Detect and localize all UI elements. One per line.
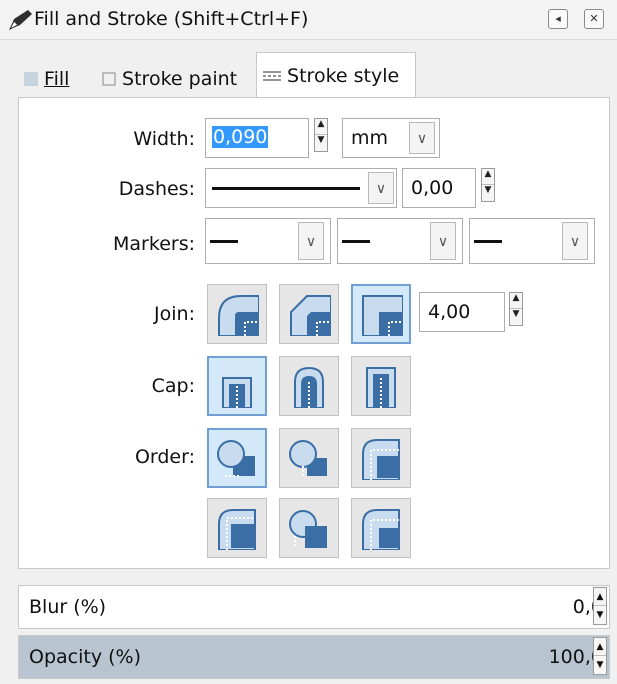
- square-cap-icon: [366, 367, 396, 408]
- chevron-down-icon: ∨: [562, 222, 588, 260]
- butt-cap-icon: [222, 377, 252, 408]
- dashes-dropdown[interactable]: ∨: [205, 168, 397, 208]
- paint-order-icon: [217, 440, 255, 477]
- order-label: Order:: [134, 446, 195, 468]
- dock-button[interactable]: ◂: [548, 9, 568, 29]
- width-spinner[interactable]: ▲ ▼: [314, 118, 328, 152]
- tab-fill-label: Fill: [44, 68, 70, 90]
- tab-stroke-style[interactable]: Stroke style: [256, 52, 416, 99]
- miter-join-icon: [362, 295, 403, 336]
- butt-cap-button[interactable]: [207, 356, 267, 416]
- tab-stroke-paint-label: Stroke paint: [122, 68, 238, 90]
- start-marker-dropdown[interactable]: ∨: [205, 218, 331, 264]
- dashes-label: Dashes:: [118, 178, 195, 200]
- square-cap-button[interactable]: [351, 356, 411, 416]
- width-value: 0,090: [212, 126, 269, 148]
- chevron-down-icon: ∨: [409, 122, 435, 154]
- join-label: Join:: [154, 303, 195, 325]
- mid-marker-dropdown[interactable]: ∨: [337, 218, 463, 264]
- stroke-style-panel: Width: 0,090 ▲ ▼ mm ∨ Dashes: ∨ 0,00 ▲ ▼ M…: [18, 97, 610, 569]
- paint-order-icon: [362, 509, 400, 550]
- marker-line-preview: [342, 240, 370, 243]
- paint-brush-icon: [8, 10, 32, 31]
- tab-fill[interactable]: Fill: [18, 60, 96, 98]
- tab-stroke-style-label: Stroke style: [287, 65, 400, 87]
- fill-swatch-icon: [24, 72, 38, 86]
- blur-label: Blur (%): [29, 596, 107, 618]
- order-fill-stroke-markers-button[interactable]: [207, 428, 267, 488]
- paint-order-icon: [218, 509, 256, 550]
- cap-label: Cap:: [151, 375, 195, 397]
- paint-order-icon: [362, 439, 400, 480]
- miter-limit-input[interactable]: 4,00: [419, 292, 505, 332]
- width-input[interactable]: 0,090: [205, 118, 309, 158]
- dash-offset-value: 0,00: [411, 177, 454, 199]
- round-join-button[interactable]: [207, 284, 267, 344]
- chevron-down-icon: ∨: [430, 222, 456, 260]
- opacity-spinner[interactable]: ▲ ▼: [593, 637, 607, 675]
- opacity-label: Opacity (%): [29, 646, 141, 668]
- bevel-join-icon: [290, 295, 331, 336]
- order-markers-stroke-fill-button[interactable]: [351, 498, 411, 558]
- order-markers-fill-stroke-button[interactable]: [207, 498, 267, 558]
- markers-label: Markers:: [113, 233, 195, 255]
- opacity-slider[interactable]: Opacity (%) 100,0: [18, 635, 610, 679]
- paint-order-icon: [289, 510, 327, 548]
- dash-offset-input[interactable]: 0,00: [402, 168, 476, 208]
- paint-order-icon: [289, 440, 327, 478]
- chevron-down-icon: ∨: [368, 172, 394, 204]
- round-cap-button[interactable]: [279, 356, 339, 416]
- window-title: Fill and Stroke (Shift+Ctrl+F): [34, 8, 309, 30]
- marker-line-preview: [474, 240, 502, 243]
- order-stroke-markers-fill-button[interactable]: [279, 498, 339, 558]
- dash-offset-spinner[interactable]: ▲ ▼: [481, 168, 495, 202]
- unit-value: mm: [351, 127, 389, 149]
- order-fill-markers-stroke-button[interactable]: [351, 428, 411, 488]
- close-button[interactable]: ✕: [584, 9, 604, 29]
- stroke-swatch-icon: [102, 72, 116, 86]
- round-join-icon: [218, 295, 259, 336]
- miter-limit-value: 4,00: [428, 301, 471, 323]
- width-label: Width:: [133, 128, 195, 150]
- blur-spinner[interactable]: ▲ ▼: [593, 587, 607, 625]
- tab-stroke-paint[interactable]: Stroke paint: [96, 60, 256, 98]
- miter-limit-spinner[interactable]: ▲ ▼: [509, 292, 523, 326]
- order-stroke-fill-markers-button[interactable]: [279, 428, 339, 488]
- round-cap-icon: [294, 366, 324, 408]
- chevron-down-icon: ∨: [298, 222, 324, 260]
- blur-slider[interactable]: Blur (%) 0,0: [18, 585, 610, 629]
- stroke-style-icon: [263, 71, 281, 81]
- miter-join-button[interactable]: [351, 284, 411, 344]
- unit-dropdown[interactable]: mm ∨: [342, 118, 440, 158]
- dash-pattern-preview: [212, 187, 360, 190]
- marker-line-preview: [210, 240, 238, 243]
- end-marker-dropdown[interactable]: ∨: [469, 218, 595, 264]
- bevel-join-button[interactable]: [279, 284, 339, 344]
- title-bar: Fill and Stroke (Shift+Ctrl+F) ◂ ✕: [0, 0, 617, 40]
